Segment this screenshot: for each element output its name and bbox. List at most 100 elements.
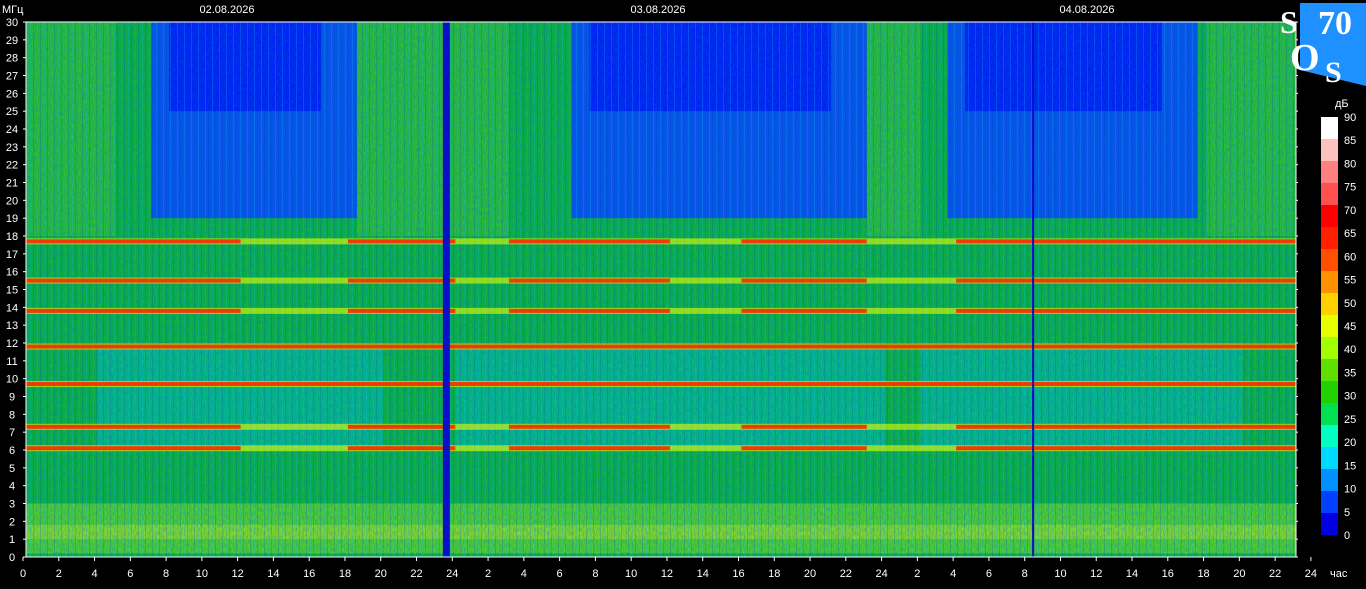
x-tick-label: 4: [521, 568, 527, 580]
colorbar-tick-label: 30: [1344, 391, 1356, 403]
x-tick-label: 18: [1197, 568, 1209, 580]
colorbar-swatch: [1321, 447, 1338, 469]
colorbar-swatch: [1321, 205, 1338, 227]
y-tick-label: 28: [6, 53, 18, 65]
x-tick-label: 16: [732, 568, 744, 580]
colorbar: 0 5 10 15 20 25 30 35 40 45 50 55 60 65 70 75 80 85 90: [1321, 112, 1356, 542]
band-17.7-mhz: [741, 239, 867, 244]
y-tick-label: 22: [6, 160, 18, 172]
x-tick-label: 14: [697, 568, 709, 580]
band-17.7-mhz: [26, 239, 241, 244]
x-tick-label: 14: [1126, 568, 1138, 580]
band-13.8-mhz: [26, 308, 241, 313]
plot-area: [26, 22, 1296, 557]
y-tick-label: 0: [9, 552, 15, 564]
x-tick-label: 22: [840, 568, 852, 580]
x-tick-label: 4: [91, 568, 97, 580]
x-tick-label: 12: [661, 568, 673, 580]
x-tick-label: 10: [1054, 568, 1066, 580]
y-tick-label: 1: [9, 534, 15, 546]
logo-number: 70: [1318, 5, 1352, 42]
colorbar-tick-label: 5: [1344, 507, 1350, 519]
band-17.7-mhz: [508, 239, 670, 244]
x-tick-label: 2: [485, 568, 491, 580]
colorbar-tick-label: 40: [1344, 344, 1356, 356]
colorbar-swatch: [1321, 227, 1338, 249]
x-tick-label: 14: [267, 568, 279, 580]
logo-letter-s-bottom: S: [1325, 56, 1342, 89]
y-tick-label: 14: [6, 302, 18, 314]
logo-letter-s-top: S: [1280, 4, 1298, 40]
y-tick-label: 29: [6, 35, 18, 47]
colorbar-swatch: [1321, 359, 1338, 381]
band-9.7-mhz: [26, 382, 1296, 387]
colorbar-swatch: [1321, 469, 1338, 491]
y-tick-label: 2: [9, 516, 15, 528]
colorbar-swatch: [1321, 183, 1338, 205]
spectrogram-chart: 0123456789101112131415161718192021222324…: [2, 3, 1366, 580]
y-tick-label: 11: [6, 356, 17, 368]
y-tick-label: 16: [6, 267, 18, 279]
colorbar-swatch: [1321, 117, 1338, 139]
date-label-3: 04.08.2026: [1059, 4, 1114, 16]
x-tick-label: 24: [1305, 568, 1317, 580]
band-13.8-mhz: [741, 308, 867, 313]
colorbar-tick-label: 20: [1344, 437, 1356, 449]
date-label-2: 03.08.2026: [630, 4, 685, 16]
x-tick-label: 6: [557, 568, 563, 580]
y-tick-label: 15: [6, 285, 18, 297]
colorbar-tick-label: 10: [1344, 484, 1356, 496]
x-tick-label: 18: [339, 568, 351, 580]
x-tick-label: 2: [914, 568, 920, 580]
colorbar-tick-label: 0: [1344, 530, 1350, 542]
colorbar-tick-label: 60: [1344, 251, 1356, 263]
y-tick-label: 21: [6, 178, 18, 190]
colorbar-tick-label: 80: [1344, 158, 1356, 170]
colorbar-swatch: [1321, 381, 1338, 403]
date-label-1: 02.08.2026: [199, 4, 254, 16]
band-7.3-mhz: [26, 424, 241, 429]
colorbar-swatch: [1321, 315, 1338, 337]
x-tick-label: 12: [232, 568, 244, 580]
y-tick-label: 23: [6, 142, 18, 154]
band-6.1-mhz: [508, 446, 670, 451]
y-tick-label: 25: [6, 106, 18, 118]
y-tick-label: 3: [9, 499, 15, 511]
band-13.8-mhz: [347, 308, 456, 313]
x-tick-label: 6: [127, 568, 133, 580]
x-tick-label: 10: [625, 568, 637, 580]
band-15.5-mhz: [26, 278, 241, 283]
colorbar-tick-label: 35: [1344, 367, 1356, 379]
y-tick-label: 18: [6, 231, 18, 243]
band-11.8-mhz: [26, 344, 1296, 349]
x-tick-label: 20: [804, 568, 816, 580]
band-17.7-mhz: [347, 239, 456, 244]
y-tick-label: 20: [6, 195, 18, 207]
colorbar-tick-label: 15: [1344, 460, 1356, 472]
x-tick-label: 2: [56, 568, 62, 580]
band-15.5-mhz: [508, 278, 670, 283]
band-15.5-mhz: [741, 278, 867, 283]
data-gap-line: [1032, 22, 1035, 557]
y-tick-label: 17: [6, 249, 18, 261]
sos70-logo: S 70 O S: [1280, 3, 1366, 89]
colorbar-swatch: [1321, 249, 1338, 271]
x-tick-label: 8: [592, 568, 598, 580]
colorbar-tick-label: 90: [1344, 112, 1356, 124]
noise-texture: [26, 22, 1296, 557]
x-tick-label: 18: [768, 568, 780, 580]
colorbar-tick-label: 75: [1344, 182, 1356, 194]
x-tick-label: 16: [1162, 568, 1174, 580]
x-tick-label: 24: [446, 568, 458, 580]
colorbar-tick-label: 65: [1344, 228, 1356, 240]
x-tick-label: 8: [163, 568, 169, 580]
colorbar-swatch: [1321, 139, 1338, 161]
y-tick-label: 27: [6, 71, 18, 83]
band-7.3-mhz: [741, 424, 867, 429]
x-tick-label: 22: [410, 568, 422, 580]
colorbar-swatch: [1321, 491, 1338, 513]
data-gap-line: [442, 22, 450, 557]
x-tick-label: 22: [1269, 568, 1281, 580]
band-15.5-mhz: [347, 278, 456, 283]
colorbar-swatch: [1321, 403, 1338, 425]
